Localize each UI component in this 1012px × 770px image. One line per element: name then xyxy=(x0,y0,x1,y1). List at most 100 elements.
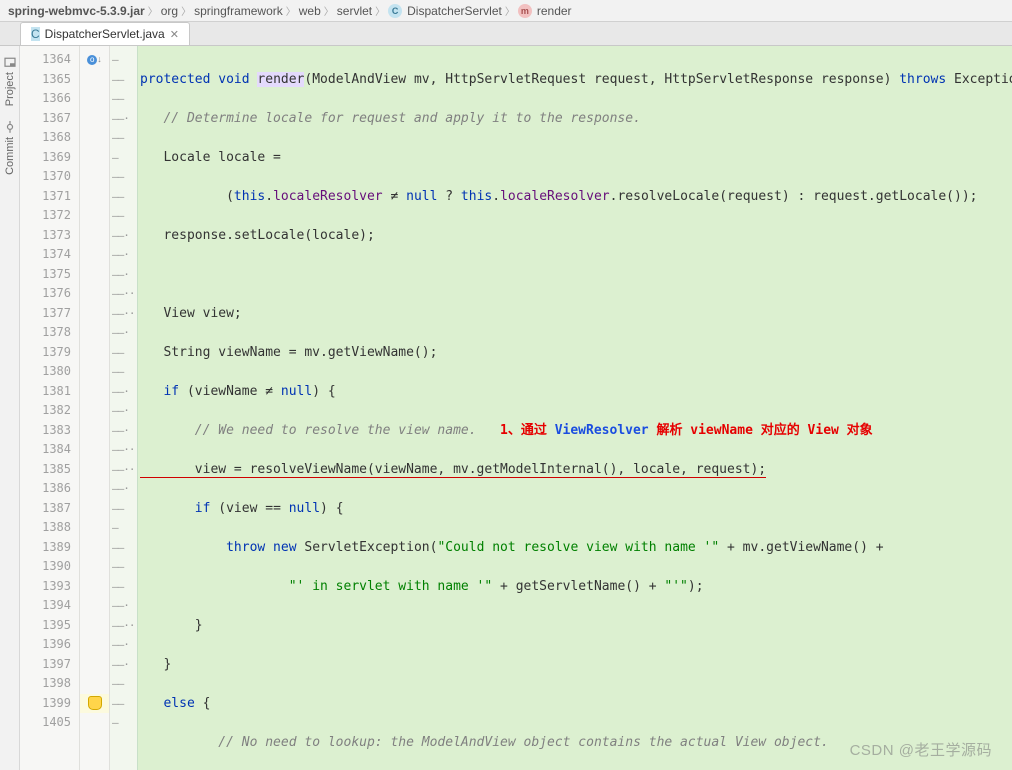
tool-commit[interactable]: Commit xyxy=(4,121,16,175)
line-number: 1374 xyxy=(20,245,71,265)
line-number: 1380 xyxy=(20,362,71,382)
fold-guide: ——· xyxy=(110,401,137,421)
breadcrumb-pkg[interactable]: servlet xyxy=(337,4,372,18)
fold-guide: ——· xyxy=(110,421,137,441)
line-number: 1386 xyxy=(20,479,71,499)
fold-guide: —— xyxy=(110,70,137,90)
project-icon xyxy=(4,56,16,68)
chevron-right-icon: 〉 xyxy=(324,3,334,18)
fold-guide: ——· xyxy=(110,245,137,265)
fold-guide: —— xyxy=(110,674,137,694)
method-icon: m xyxy=(518,4,532,18)
watermark: CSDN @老王学源码 xyxy=(850,739,992,760)
line-number: 1396 xyxy=(20,635,71,655)
line-number: 1383 xyxy=(20,421,71,441)
fold-guide: ——· xyxy=(110,635,137,655)
annotated-line-1: view = resolveViewName(viewName, mv.getM… xyxy=(140,462,766,478)
line-number: 1371 xyxy=(20,187,71,207)
class-icon: C xyxy=(388,4,402,18)
line-number: 1390 xyxy=(20,557,71,577)
line-number: 1395 xyxy=(20,616,71,636)
line-number: 1384 xyxy=(20,440,71,460)
line-number-gutter: 1364136513661367136813691370137113721373… xyxy=(20,46,80,770)
fold-guide: —— xyxy=(110,187,137,207)
override-icon[interactable]: o xyxy=(87,55,97,65)
fold-guide: —— xyxy=(110,694,137,714)
fold-guide: ——· xyxy=(110,323,137,343)
line-number: 1385 xyxy=(20,460,71,480)
fold-guide: — xyxy=(110,518,137,538)
line-number: 1389 xyxy=(20,538,71,558)
chevron-right-icon: 〉 xyxy=(148,3,158,18)
fold-guide: —— xyxy=(110,499,137,519)
breadcrumb-class[interactable]: DispatcherServlet xyxy=(407,4,502,18)
left-tool-stripe: Project Commit xyxy=(0,46,20,770)
line-number: 1373 xyxy=(20,226,71,246)
line-number: 1364 xyxy=(20,50,71,70)
chevron-right-icon: 〉 xyxy=(286,3,296,18)
line-number: 1370 xyxy=(20,167,71,187)
fold-guide: ——· xyxy=(110,382,137,402)
fold-guide: —— xyxy=(110,577,137,597)
line-number: 1398 xyxy=(20,674,71,694)
intention-bulb-icon[interactable] xyxy=(88,696,102,710)
line-number: 1366 xyxy=(20,89,71,109)
line-number: 1382 xyxy=(20,401,71,421)
line-number: 1372 xyxy=(20,206,71,226)
line-number: 1388 xyxy=(20,518,71,538)
fold-guide: ——·· xyxy=(110,460,137,480)
class-icon: C xyxy=(31,27,40,41)
line-number: 1375 xyxy=(20,265,71,285)
line-number: 1367 xyxy=(20,109,71,129)
fold-guide: ——· xyxy=(110,479,137,499)
tool-project[interactable]: Project xyxy=(4,56,16,106)
fold-guide: — xyxy=(110,713,137,733)
fold-guide: ——· xyxy=(110,596,137,616)
tab-label: DispatcherServlet.java xyxy=(45,27,165,41)
breadcrumb-jar[interactable]: spring-webmvc-5.3.9.jar xyxy=(8,4,145,18)
line-number: 1368 xyxy=(20,128,71,148)
fold-guide: —— xyxy=(110,343,137,363)
fold-guide: —— xyxy=(110,362,137,382)
breadcrumb-pkg[interactable]: org xyxy=(161,4,178,18)
fold-guide: —— xyxy=(110,557,137,577)
editor-tab-bar: C DispatcherServlet.java ✕ xyxy=(0,22,1012,46)
fold-guide: ——· xyxy=(110,265,137,285)
line-number: 1378 xyxy=(20,323,71,343)
line-number: 1376 xyxy=(20,284,71,304)
line-number: 1399 xyxy=(20,694,71,714)
breadcrumb-pkg[interactable]: web xyxy=(299,4,321,18)
fold-guide: —— xyxy=(110,167,137,187)
editor-tab[interactable]: C DispatcherServlet.java ✕ xyxy=(20,22,190,45)
code-area[interactable]: protected void render(ModelAndView mv, H… xyxy=(138,46,1012,770)
line-number: 1377 xyxy=(20,304,71,324)
fold-guide: ——·· xyxy=(110,440,137,460)
fold-guide: ——·· xyxy=(110,304,137,324)
line-number: 1405 xyxy=(20,713,71,733)
chevron-right-icon: 〉 xyxy=(505,3,515,18)
breadcrumb-pkg[interactable]: springframework xyxy=(194,4,283,18)
fold-guide: —— xyxy=(110,206,137,226)
editor[interactable]: 1364136513661367136813691370137113721373… xyxy=(20,46,1012,770)
line-number: 1379 xyxy=(20,343,71,363)
fold-column: ———————·———————————·——·——·——··——··——·———… xyxy=(110,46,138,770)
fold-guide: ——·· xyxy=(110,284,137,304)
fold-guide: ——· xyxy=(110,226,137,246)
fold-guide: ——· xyxy=(110,655,137,675)
fold-guide: ——·· xyxy=(110,616,137,636)
fold-guide: — xyxy=(110,50,137,70)
line-number: 1369 xyxy=(20,148,71,168)
chevron-right-icon: 〉 xyxy=(181,3,191,18)
breadcrumb-method[interactable]: render xyxy=(537,4,572,18)
fold-guide: —— xyxy=(110,538,137,558)
fold-guide: ——· xyxy=(110,109,137,129)
line-number: 1397 xyxy=(20,655,71,675)
gutter-marks: o↓ xyxy=(80,46,110,770)
fold-guide: —— xyxy=(110,128,137,148)
chevron-right-icon: 〉 xyxy=(375,3,385,18)
line-number: 1387 xyxy=(20,499,71,519)
commit-icon xyxy=(4,121,16,133)
close-icon[interactable]: ✕ xyxy=(170,28,179,41)
breadcrumb: spring-webmvc-5.3.9.jar 〉 org 〉 springfr… xyxy=(0,0,1012,22)
line-number: 1394 xyxy=(20,596,71,616)
